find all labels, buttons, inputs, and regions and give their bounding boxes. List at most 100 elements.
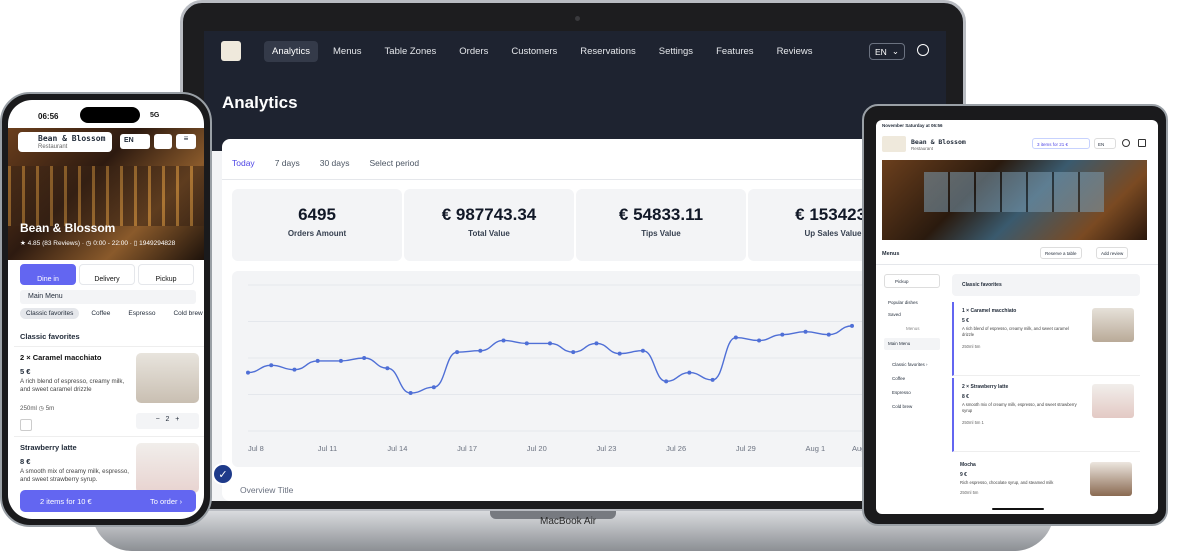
data-point[interactable]	[431, 385, 436, 390]
tab-30-days[interactable]: 30 days	[320, 158, 350, 180]
cat-cold-brew[interactable]: Cold brew	[892, 404, 912, 409]
cart-button[interactable]: 3 items for 21 €	[1032, 138, 1090, 149]
data-point[interactable]	[850, 323, 854, 328]
chip-coffee[interactable]: Coffee	[85, 308, 116, 319]
nav-analytics[interactable]: Analytics	[264, 41, 319, 62]
cat-classic-favorites[interactable]: Classic favorites ›	[892, 362, 928, 367]
hamburger-menu-icon[interactable]: ≡	[176, 134, 196, 149]
rating-line[interactable]: ★ 4.85 (83 Reviews) · ◷ 0:00 - 22:00 · ▯…	[20, 239, 175, 247]
strawberry-latte-image	[1092, 384, 1134, 418]
data-point[interactable]	[780, 332, 785, 337]
nav-menu: Analytics Menus Table Zones Orders Custo…	[264, 41, 827, 62]
data-point[interactable]	[269, 363, 274, 368]
data-point[interactable]	[640, 348, 645, 353]
nav-reservations[interactable]: Reservations	[572, 41, 643, 62]
data-point[interactable]	[757, 338, 762, 343]
stat-tips-value: € 54833.11 Tips Value	[576, 189, 746, 261]
reserve-table-button[interactable]: Reserve a table	[1040, 247, 1082, 259]
status-bar: 06:56 5G	[8, 100, 204, 128]
line-chart: Jul 8 Jul 11 Jul 14 Jul 17 Jul 20 Jul 23 Jul 2…	[246, 284, 946, 453]
popular-dishes-link[interactable]: Popular dishes	[888, 300, 918, 305]
data-point[interactable]	[617, 351, 622, 356]
tablet-device: November Saturday at 06:56 Bean & Blosso…	[862, 104, 1168, 526]
pickup-select[interactable]: Pickup	[884, 274, 940, 288]
data-point[interactable]	[315, 358, 320, 363]
data-point[interactable]	[385, 366, 390, 371]
data-point[interactable]	[548, 341, 552, 346]
data-point[interactable]	[803, 329, 808, 334]
status-bar: November Saturday at 06:56	[882, 123, 943, 128]
data-point[interactable]	[687, 370, 692, 375]
add-review-button[interactable]: Add review	[1096, 247, 1129, 259]
nav-features[interactable]: Features	[708, 41, 762, 62]
item-description: Rich espresso, chocolate syrup, and stea…	[960, 480, 1054, 485]
bookmark-icon[interactable]	[20, 419, 32, 431]
nav-menus[interactable]: Menus	[325, 41, 370, 62]
data-point[interactable]	[571, 350, 576, 355]
cat-espresso[interactable]: Espresso	[892, 390, 911, 395]
order-button[interactable]: 2 items for 10 € To order ›	[20, 490, 196, 512]
brand-logo[interactable]	[882, 136, 906, 152]
menu-select[interactable]: Main Menu	[20, 290, 196, 304]
nav-settings[interactable]: Settings	[651, 41, 701, 62]
data-point[interactable]	[246, 370, 250, 375]
data-point[interactable]	[710, 377, 715, 382]
user-icon[interactable]	[917, 44, 929, 56]
nav-customers[interactable]: Customers	[503, 41, 565, 62]
language-select[interactable]: EN	[1094, 138, 1116, 149]
mode-pickup[interactable]: Pickup	[138, 264, 194, 285]
mode-dine-in[interactable]: Dine in	[20, 264, 76, 285]
stats-row: 6495 Orders Amount € 987743.34 Total Val…	[232, 189, 918, 261]
tab-today[interactable]: Today	[232, 158, 255, 180]
saved-link[interactable]: Saved	[888, 312, 901, 317]
caramel-macchiato-image	[136, 353, 199, 403]
item-title: Mocha	[960, 462, 976, 468]
data-point[interactable]	[733, 335, 738, 340]
hamburger-menu-icon[interactable]	[1138, 139, 1146, 147]
camera-icon	[575, 16, 580, 21]
chip-espresso[interactable]: Espresso	[122, 308, 161, 319]
divider	[876, 264, 1158, 265]
data-point[interactable]	[524, 341, 529, 346]
cat-coffee[interactable]: Coffee	[892, 376, 905, 381]
data-point[interactable]	[664, 379, 669, 384]
chip-classic-favorites[interactable]: Classic favorites	[20, 308, 80, 319]
stat-value: € 987743.34	[441, 205, 537, 224]
data-point[interactable]	[292, 367, 297, 372]
laptop-screen: Analytics Menus Table Zones Orders Custo…	[204, 31, 946, 501]
item-meta: 250ml 5m	[960, 490, 979, 495]
brand-logo[interactable]	[221, 41, 241, 61]
language-select[interactable]: EN	[120, 134, 150, 149]
user-icon[interactable]	[154, 134, 172, 149]
user-icon[interactable]	[1122, 139, 1130, 147]
home-indicator	[992, 508, 1044, 510]
data-point[interactable]	[501, 338, 506, 343]
nav-reviews[interactable]: Reviews	[769, 41, 821, 62]
data-point[interactable]	[338, 358, 343, 363]
data-point[interactable]	[594, 341, 599, 346]
support-icon[interactable]: ✓	[212, 463, 234, 485]
item-title: 1 × Caramel macchiato	[962, 308, 1017, 314]
list-item[interactable]: 2 × Strawberry latte 8 € A smooth mix of…	[952, 378, 1140, 452]
data-point[interactable]	[362, 356, 367, 360]
list-item[interactable]: Mocha 9 € Rich espresso, chocolate syrup…	[952, 456, 1140, 514]
data-point[interactable]	[455, 350, 460, 355]
list-item[interactable]: 2 × Caramel macchiato 5 € A rich blend o…	[14, 346, 204, 436]
nav-table-zones[interactable]: Table Zones	[377, 41, 445, 62]
main-menu-item[interactable]: Main Menu	[884, 338, 940, 350]
quantity-stepper[interactable]: − 2 +	[136, 413, 199, 429]
mode-delivery[interactable]: Delivery	[79, 264, 135, 285]
device-mockup-stage: Analytics Menus Table Zones Orders Custo…	[0, 0, 1200, 551]
tab-select-period[interactable]: Select period	[370, 158, 420, 180]
data-point[interactable]	[826, 332, 831, 337]
x-tick-label: Jul 17	[457, 444, 477, 453]
language-select[interactable]: EN ⌄	[869, 43, 905, 60]
chip-cold-brew[interactable]: Cold brew	[167, 308, 204, 319]
nav-orders[interactable]: Orders	[451, 41, 496, 62]
list-item[interactable]: 1 × Caramel macchiato 5 € A rich blend o…	[952, 302, 1140, 376]
data-point[interactable]	[478, 348, 483, 353]
item-description: A rich blend of espresso, creamy milk, a…	[962, 326, 1069, 337]
tab-7-days[interactable]: 7 days	[275, 158, 300, 180]
data-point[interactable]	[408, 391, 413, 396]
x-tick-label: Jul 14	[387, 444, 407, 453]
